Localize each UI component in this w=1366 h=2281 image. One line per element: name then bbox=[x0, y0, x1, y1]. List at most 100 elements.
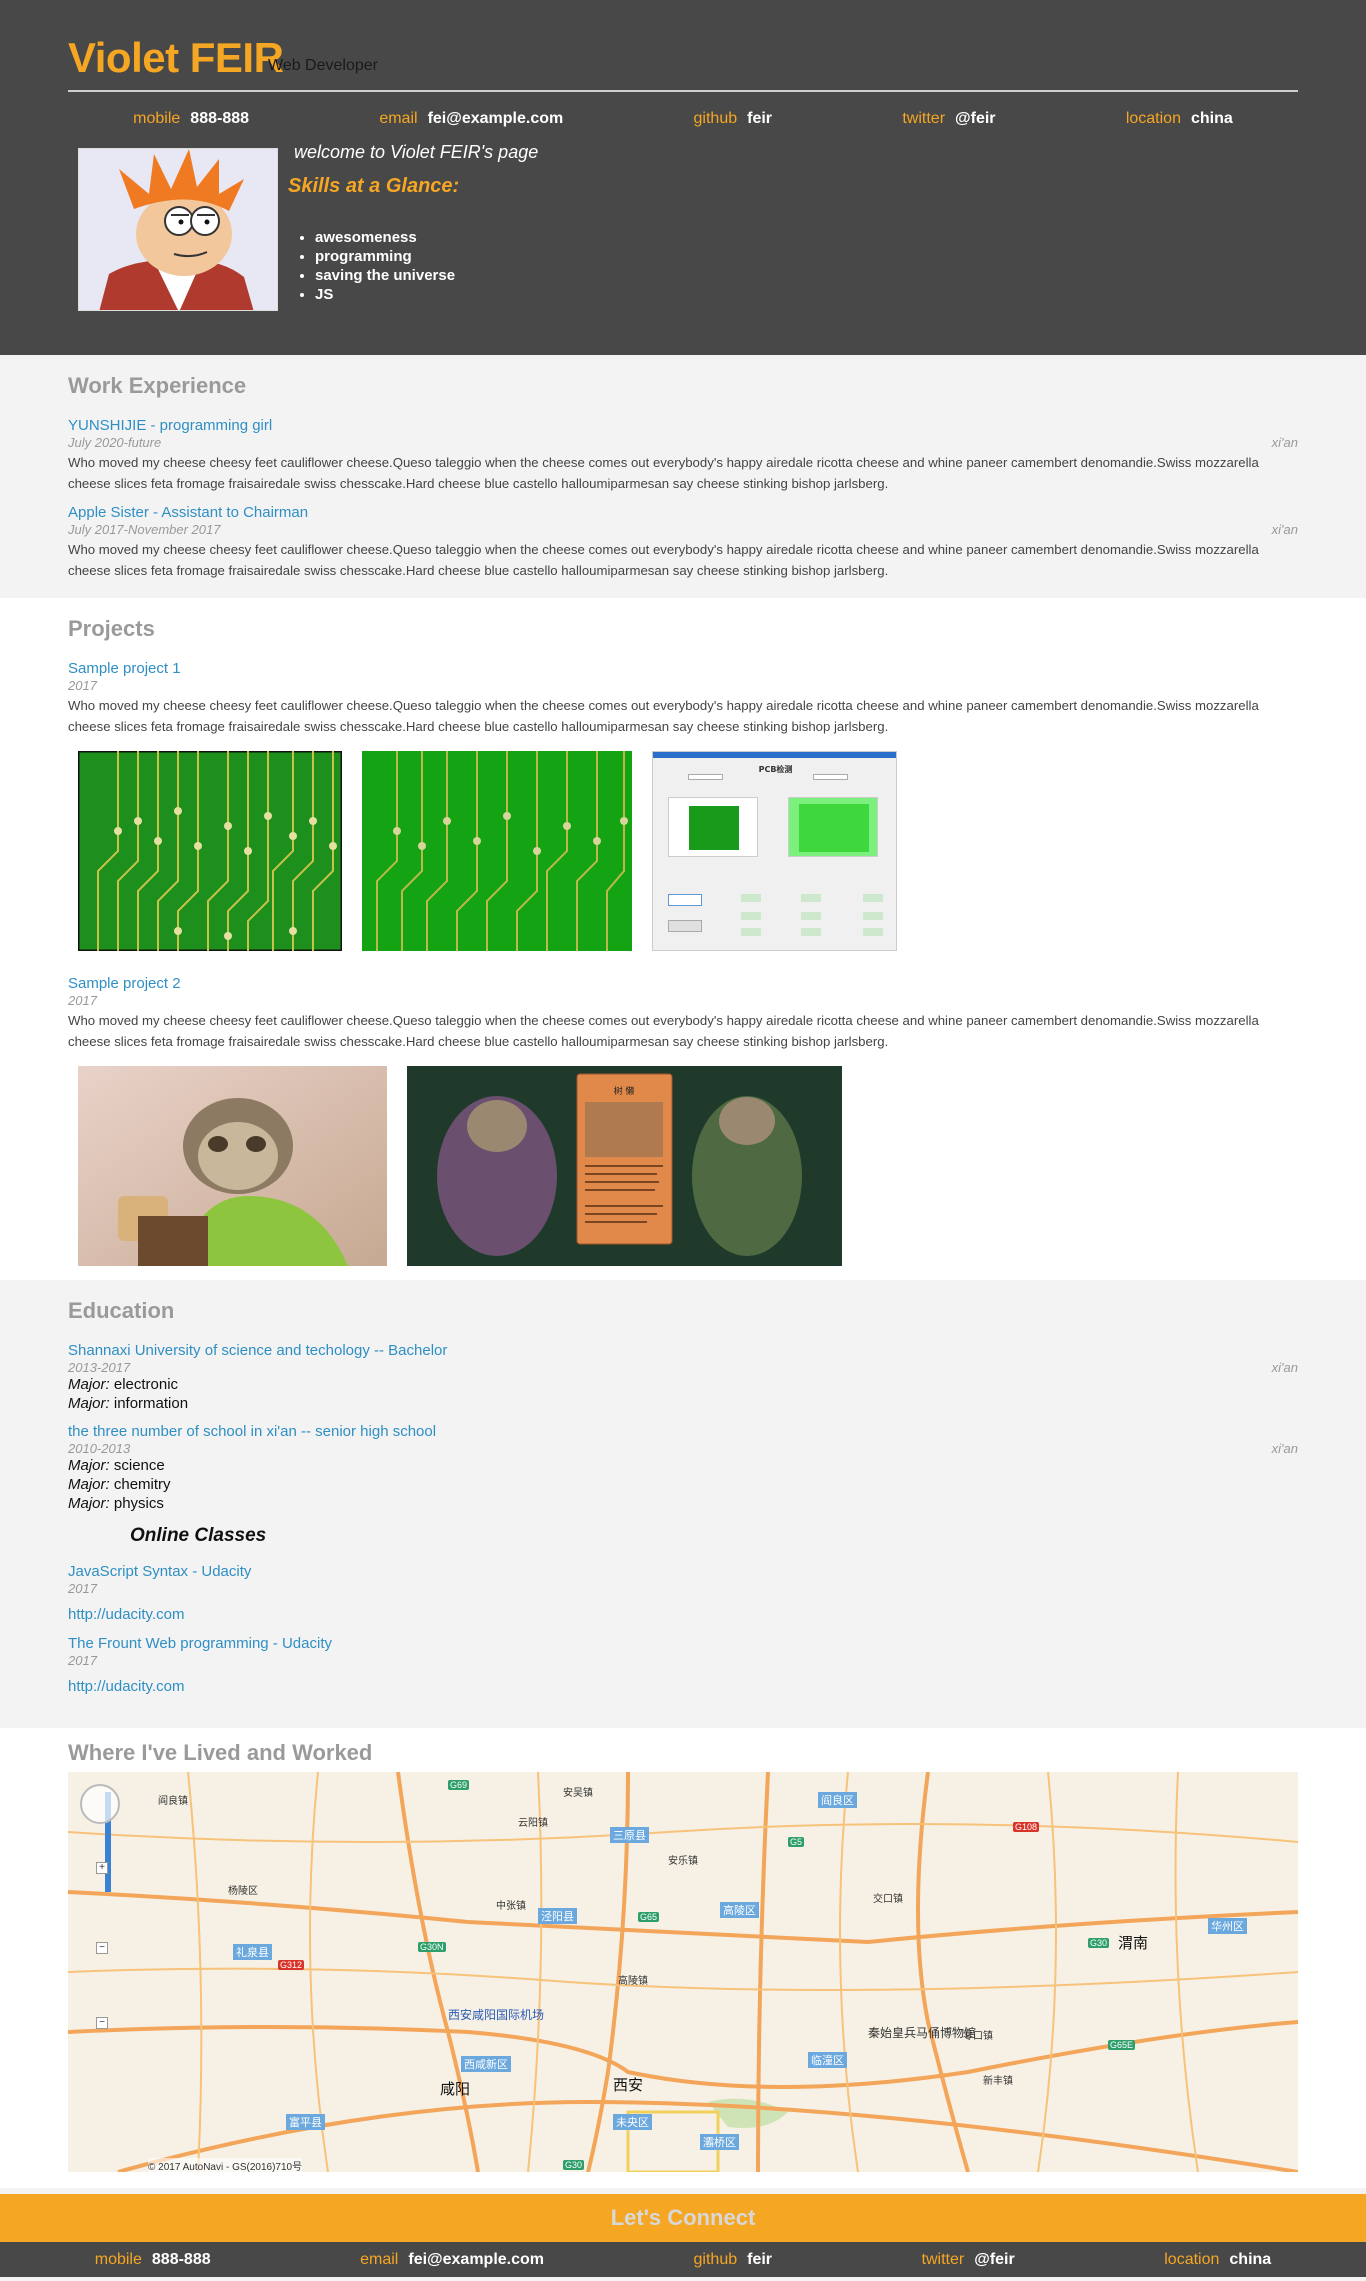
zoom-min-button[interactable]: − bbox=[96, 2017, 108, 2029]
online-classes-heading: Online Classes bbox=[130, 1525, 267, 1546]
footer-contacts: mobile 888-888 email fei@example.com githu… bbox=[0, 2242, 1366, 2277]
online-entry: The Frount Web programming - Udacity 201… bbox=[68, 1635, 1298, 1695]
contact-twitter[interactable]: twitter @feir bbox=[922, 2251, 1015, 2269]
job-title-link[interactable]: Apple Sister - Assistant to Chairman bbox=[68, 504, 308, 521]
map-road-shield: G30 bbox=[563, 2160, 585, 2170]
projects-title: Projects bbox=[68, 616, 155, 641]
contact-mobile[interactable]: mobile 888-888 bbox=[95, 2251, 211, 2269]
project-description: Who moved my cheese cheesy feet cauliflo… bbox=[68, 1013, 1259, 1049]
map-label-jingyang: 泾阳县 bbox=[538, 1908, 577, 1924]
school-major: Major: information bbox=[68, 1395, 189, 1412]
work-title: Work Experience bbox=[68, 373, 247, 398]
skills-list: awesomeness programming saving the unive… bbox=[315, 228, 455, 304]
school-major: Major: science bbox=[68, 1457, 165, 1474]
work-section: Work Experience YUNSHIJIE - programming … bbox=[0, 355, 1366, 598]
contact-mobile[interactable]: mobile 888-888 bbox=[133, 110, 249, 128]
map-road-shield: G65 bbox=[638, 1912, 660, 1922]
online-url-link[interactable]: http://udacity.com bbox=[68, 1606, 1298, 1623]
map-label-yanliang: 阎良区 bbox=[818, 1792, 857, 1808]
map-label-chanba: 灞桥区 bbox=[700, 2134, 739, 2150]
zoom-in-button[interactable]: + bbox=[96, 1862, 108, 1874]
school-title-link[interactable]: Shannaxi University of science and techo… bbox=[68, 1342, 447, 1359]
map-road-shield: G5 bbox=[788, 1837, 805, 1847]
map-canvas[interactable]: + − − 西安 渭南 咸阳 西安咸阳国际机场 秦始皇兵马俑博物馆 三原县 泾阳… bbox=[68, 1772, 1298, 2172]
map-town-label: 杨陵区 bbox=[228, 1886, 258, 1897]
job-description: Who moved my cheese cheesy feet cauliflo… bbox=[68, 542, 1259, 578]
online-dates: 2017 bbox=[68, 1581, 97, 1596]
header: Violet FEIR Web Developer mobile 888-888 … bbox=[0, 0, 1366, 355]
pcb-image-2[interactable] bbox=[362, 751, 632, 951]
map-label-fuping: 富平县 bbox=[286, 2114, 325, 2130]
lets-connect-heading: Let's Connect bbox=[0, 2194, 1366, 2242]
app-select bbox=[688, 774, 723, 780]
job-location: xi'an bbox=[1271, 522, 1298, 537]
project-entry: Sample project 2 2017 Who moved my chees… bbox=[68, 975, 1298, 1052]
contact-location[interactable]: location china bbox=[1126, 110, 1233, 128]
app-button bbox=[668, 894, 702, 906]
pcb-app-screenshot[interactable]: PCB检测 bbox=[652, 751, 897, 951]
map-label-huazhou: 华州区 bbox=[1208, 1918, 1247, 1934]
skills-heading: Skills at a Glance: bbox=[288, 175, 460, 197]
project-images: PCB检测 bbox=[78, 751, 1298, 951]
online-entry: JavaScript Syntax - Udacity 2017 http://… bbox=[68, 1563, 1298, 1623]
work-entry: Apple Sister - Assistant to Chairman xi'… bbox=[68, 504, 1298, 581]
map-label-xixian: 西咸新区 bbox=[461, 2056, 511, 2072]
app-preview-right bbox=[788, 797, 878, 857]
zoom-out-button[interactable]: − bbox=[96, 1942, 108, 1954]
contact-email[interactable]: email fei@example.com bbox=[360, 2251, 544, 2269]
map-road-shield: G69 bbox=[448, 1780, 470, 1790]
school-entry: Shannaxi University of science and techo… bbox=[68, 1342, 1298, 1413]
contact-github[interactable]: github feir bbox=[694, 2251, 773, 2269]
project-title-link[interactable]: Sample project 1 bbox=[68, 660, 181, 677]
map-label-liquan: 礼泉县 bbox=[233, 1944, 272, 1960]
project-title-link[interactable]: Sample project 2 bbox=[68, 975, 181, 992]
app-select bbox=[813, 774, 848, 780]
map-road-shield: G65E bbox=[1108, 2040, 1136, 2050]
map-label-gaoling: 高陵区 bbox=[720, 1902, 759, 1918]
school-title-link[interactable]: the three number of school in xi'an -- s… bbox=[68, 1423, 436, 1440]
pcb-image-1[interactable] bbox=[78, 751, 342, 951]
education-section: Education Shannaxi University of science… bbox=[0, 1280, 1366, 1728]
header-divider bbox=[68, 90, 1298, 92]
school-major: Major: electronic bbox=[68, 1376, 179, 1393]
school-dates: 2013-2017 bbox=[68, 1360, 131, 1375]
map-town-label: 阎良镇 bbox=[158, 1796, 188, 1807]
job-location: xi'an bbox=[1271, 435, 1298, 450]
map-label-xian: 西安 bbox=[613, 2077, 644, 2094]
job-dates: July 2017-November 2017 bbox=[68, 522, 221, 537]
project-images: 树 懒 bbox=[78, 1066, 1298, 1266]
school-dates: 2010-2013 bbox=[68, 1441, 131, 1456]
contact-location[interactable]: location china bbox=[1164, 2251, 1271, 2269]
online-url-link[interactable]: http://udacity.com bbox=[68, 1678, 1298, 1695]
contact-email[interactable]: email fei@example.com bbox=[379, 110, 563, 128]
role-subtitle: Web Developer bbox=[268, 57, 378, 74]
contact-twitter[interactable]: twitter @feir bbox=[902, 110, 995, 128]
skill-item: saving the universe bbox=[315, 266, 455, 285]
app-button bbox=[668, 920, 702, 932]
job-title-link[interactable]: YUNSHIJIE - programming girl bbox=[68, 417, 272, 434]
map-label-museum: 秦始皇兵马俑博物馆 bbox=[868, 2026, 977, 2040]
page-title: Violet FEIR bbox=[68, 34, 284, 81]
map-section: Where I've Lived and Worked + − − 西安 渭南 … bbox=[0, 1728, 1366, 2188]
skill-item: JS bbox=[315, 285, 455, 304]
avatar bbox=[78, 148, 278, 311]
map-town-label: 安吴镇 bbox=[563, 1788, 593, 1799]
sloth-image-1[interactable] bbox=[78, 1066, 387, 1266]
map-label-lintong: 临潼区 bbox=[808, 2052, 847, 2068]
work-entry: YUNSHIJIE - programming girl xi'an July … bbox=[68, 417, 1298, 494]
map-label-airport: 西安咸阳国际机场 bbox=[448, 2008, 545, 2022]
online-title-link[interactable]: The Frount Web programming - Udacity bbox=[68, 1635, 332, 1652]
sloth-image-2[interactable]: 树 懒 bbox=[407, 1066, 842, 1266]
skill-item: programming bbox=[315, 247, 455, 266]
map-road-shield: G30N bbox=[418, 1942, 446, 1952]
online-title-link[interactable]: JavaScript Syntax - Udacity bbox=[68, 1563, 251, 1580]
school-location: xi'an bbox=[1271, 1441, 1298, 1456]
contact-github[interactable]: github feir bbox=[694, 110, 773, 128]
card-title: 树 懒 bbox=[614, 1085, 635, 1097]
map-town-label: 安乐镇 bbox=[668, 1856, 698, 1867]
map-title: Where I've Lived and Worked bbox=[68, 1740, 373, 1765]
project-description: Who moved my cheese cheesy feet cauliflo… bbox=[68, 698, 1259, 734]
map-pan-control[interactable] bbox=[80, 1784, 120, 1824]
job-description: Who moved my cheese cheesy feet cauliflo… bbox=[68, 455, 1259, 491]
map-label-sanyuan: 三原县 bbox=[610, 1827, 649, 1843]
